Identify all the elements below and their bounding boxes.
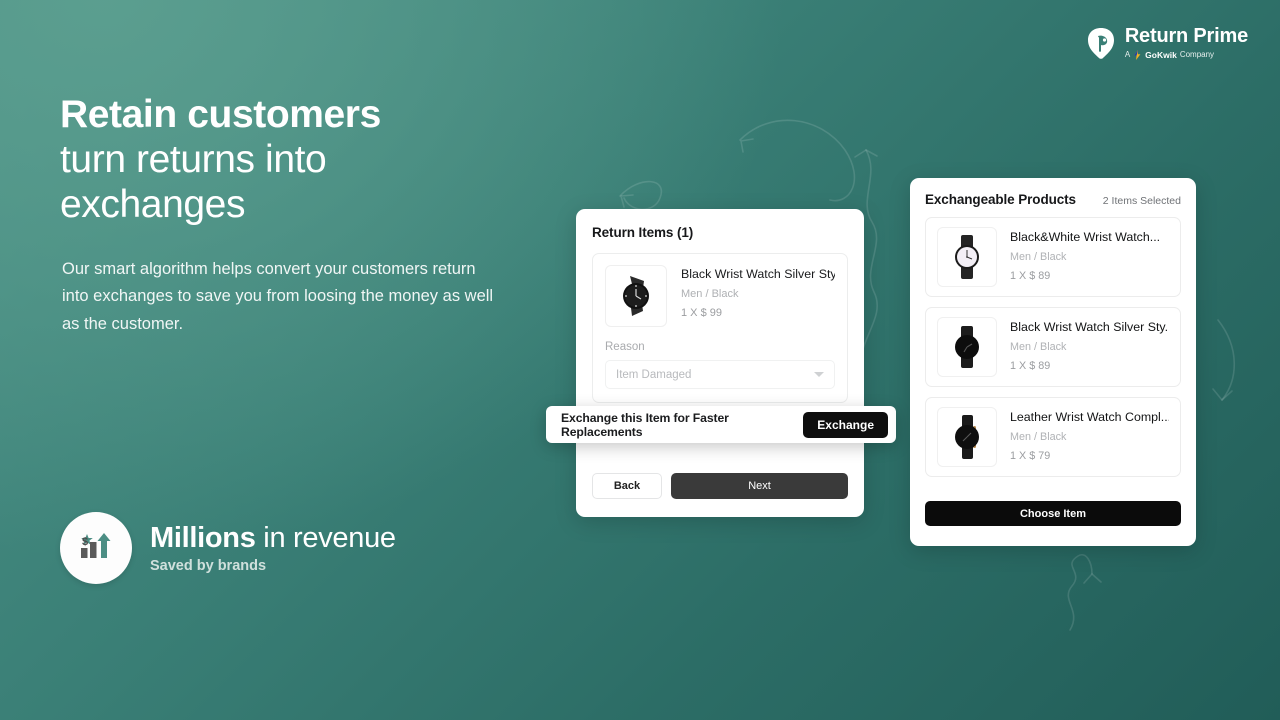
- logo-sub-prefix: A: [1124, 50, 1131, 59]
- return-items-card: Return Items (1) Black Wrist Watch Silve…: [576, 209, 864, 517]
- revenue-caption: Saved by brands: [150, 558, 396, 574]
- revenue-growth-chart-icon: $: [81, 533, 111, 558]
- hero-paragraph: Our smart algorithm helps convert your c…: [62, 260, 494, 333]
- list-item[interactable]: Leather Wrist Watch Compl... Men / Black…: [925, 397, 1181, 477]
- revenue-caption-prefix: Saved by: [150, 558, 218, 574]
- product-variant: Men / Black: [1010, 431, 1067, 443]
- reason-select[interactable]: Item Damaged: [605, 360, 835, 389]
- revenue-amount: Millions in revenue: [150, 522, 396, 555]
- selected-items-count: 2 Items Selected: [1102, 195, 1181, 207]
- white-face-wrist-watch-thumbnail: [937, 227, 997, 287]
- list-item[interactable]: Black&White Wrist Watch... Men / Black 1…: [925, 217, 1181, 297]
- exchange-button[interactable]: Exchange: [803, 411, 888, 438]
- logo-sub-brand: GoKwik: [1145, 49, 1177, 60]
- headline-line-3: exchanges: [60, 183, 246, 227]
- svg-text:$: $: [82, 536, 88, 548]
- exchangeable-products-title: Exchangeable Products: [925, 192, 1076, 207]
- list-item[interactable]: Black Wrist Watch Silver Sty... Men / Bl…: [925, 307, 1181, 387]
- revenue-amount-value: Millions: [150, 522, 256, 554]
- return-item-row[interactable]: Black Wrist Watch Silver Sty... Men / Bl…: [592, 253, 848, 403]
- product-name: Black&White Wrist Watch...: [1010, 230, 1161, 244]
- product-variant: Men / Black: [1010, 251, 1067, 263]
- exchangeable-products-header: Exchangeable Products 2 Items Selected: [925, 192, 1181, 207]
- product-name: Leather Wrist Watch Compl...: [1010, 410, 1169, 424]
- back-button[interactable]: Back: [592, 473, 662, 499]
- return-prime-mark-icon: [1087, 28, 1114, 59]
- revenue-badge: $ Millions in revenue Saved by brands: [60, 512, 396, 584]
- next-button[interactable]: Next: [671, 473, 848, 499]
- exchange-promo-banner: Exchange this Item for Faster Replacemen…: [546, 406, 896, 443]
- choose-item-button[interactable]: Choose Item: [925, 501, 1181, 526]
- black-wrist-watch-thumbnail: [605, 265, 667, 327]
- leather-strap-wrist-watch-thumbnail: [937, 407, 997, 467]
- return-card-actions: Back Next: [592, 473, 848, 499]
- product-name: Black Wrist Watch Silver Sty...: [1010, 320, 1169, 334]
- logo-title: Return Prime: [1124, 25, 1248, 47]
- logo-subtitle: A GoKwik Company: [1125, 50, 1248, 60]
- return-item-name: Black Wrist Watch Silver Sty...: [681, 267, 835, 281]
- headline-line-2: turn returns into: [60, 138, 327, 182]
- black-minimal-wrist-watch-thumbnail: [937, 317, 997, 377]
- revenue-amount-suffix: in revenue: [255, 522, 396, 554]
- brand-logo: Return Prime A GoKwik Company: [1086, 26, 1248, 60]
- headline-bold: Retain customers: [60, 93, 381, 136]
- return-item-price: 1 X $ 99: [681, 307, 722, 319]
- gokwik-bolt-icon: [1134, 50, 1141, 60]
- reason-selected-value: Item Damaged: [616, 368, 692, 381]
- revenue-caption-bold: brands: [217, 558, 267, 574]
- return-item-variant: Men / Black: [681, 288, 739, 300]
- product-price: 1 X $ 79: [1010, 450, 1051, 462]
- exchange-banner-message: Exchange this Item for Faster Replacemen…: [561, 410, 729, 439]
- product-variant: Men / Black: [1010, 341, 1067, 353]
- page-title: Retain customers turn returns into excha…: [60, 92, 381, 228]
- revenue-icon-circle: $: [60, 512, 132, 584]
- return-items-title: Return Items (1): [592, 225, 694, 240]
- product-price: 1 X $ 89: [1010, 270, 1051, 282]
- reason-label: Reason: [605, 341, 645, 353]
- chevron-down-icon: [814, 372, 824, 377]
- logo-sub-suffix: Company: [1179, 50, 1215, 59]
- exchangeable-products-card: Exchangeable Products 2 Items Selected B…: [910, 178, 1196, 546]
- product-price: 1 X $ 89: [1010, 360, 1051, 372]
